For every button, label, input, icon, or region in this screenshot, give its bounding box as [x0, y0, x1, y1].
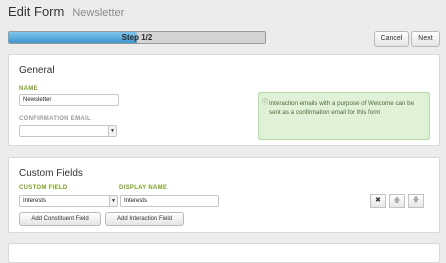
- step-progress-bar: Step 1/2: [8, 31, 266, 44]
- move-up-button[interactable]: 🡅: [389, 194, 405, 208]
- custom-field-value: Interests: [23, 198, 47, 204]
- name-input[interactable]: Newsletter: [19, 94, 119, 106]
- chevron-down-icon: ▼: [108, 126, 116, 136]
- name-label: NAME: [19, 86, 38, 92]
- page-header: Edit Form Newsletter: [8, 3, 124, 21]
- arrow-up-icon: 🡅: [393, 197, 401, 204]
- confirmation-email-label: CONFIRMATION EMAIL: [19, 116, 91, 122]
- info-icon: ⓘ: [262, 100, 269, 106]
- custom-field-label: CUSTOM FIELD: [19, 185, 68, 191]
- custom-field-select[interactable]: Interests ▼: [19, 195, 118, 207]
- add-constituent-field-button[interactable]: Add Constituent Field: [19, 212, 101, 226]
- confirmation-email-select[interactable]: ▼: [19, 125, 117, 137]
- form-name: Newsletter: [72, 7, 125, 19]
- info-text: Interaction emails with a purpose of Wel…: [269, 100, 415, 116]
- display-name-input[interactable]: Interests: [120, 195, 219, 207]
- page-title: Edit Form: [8, 4, 65, 19]
- cancel-button[interactable]: Cancel: [374, 31, 409, 47]
- general-heading: General: [19, 65, 55, 76]
- progress-label: Step 1/2: [121, 33, 153, 42]
- custom-fields-heading: Custom Fields: [19, 168, 83, 179]
- info-alert: ⓘ Interaction emails with a purpose of W…: [258, 92, 430, 140]
- arrow-down-icon: 🡇: [412, 197, 420, 204]
- move-down-button[interactable]: 🡇: [408, 194, 424, 208]
- display-name-label: DISPLAY NAME: [119, 185, 168, 191]
- close-icon: ✖: [375, 197, 381, 204]
- next-button[interactable]: Next: [411, 31, 440, 47]
- next-section: [8, 243, 440, 263]
- remove-field-button[interactable]: ✖: [370, 194, 386, 208]
- chevron-down-icon: ▼: [109, 196, 117, 206]
- add-interaction-field-button[interactable]: Add Interaction Field: [105, 212, 184, 226]
